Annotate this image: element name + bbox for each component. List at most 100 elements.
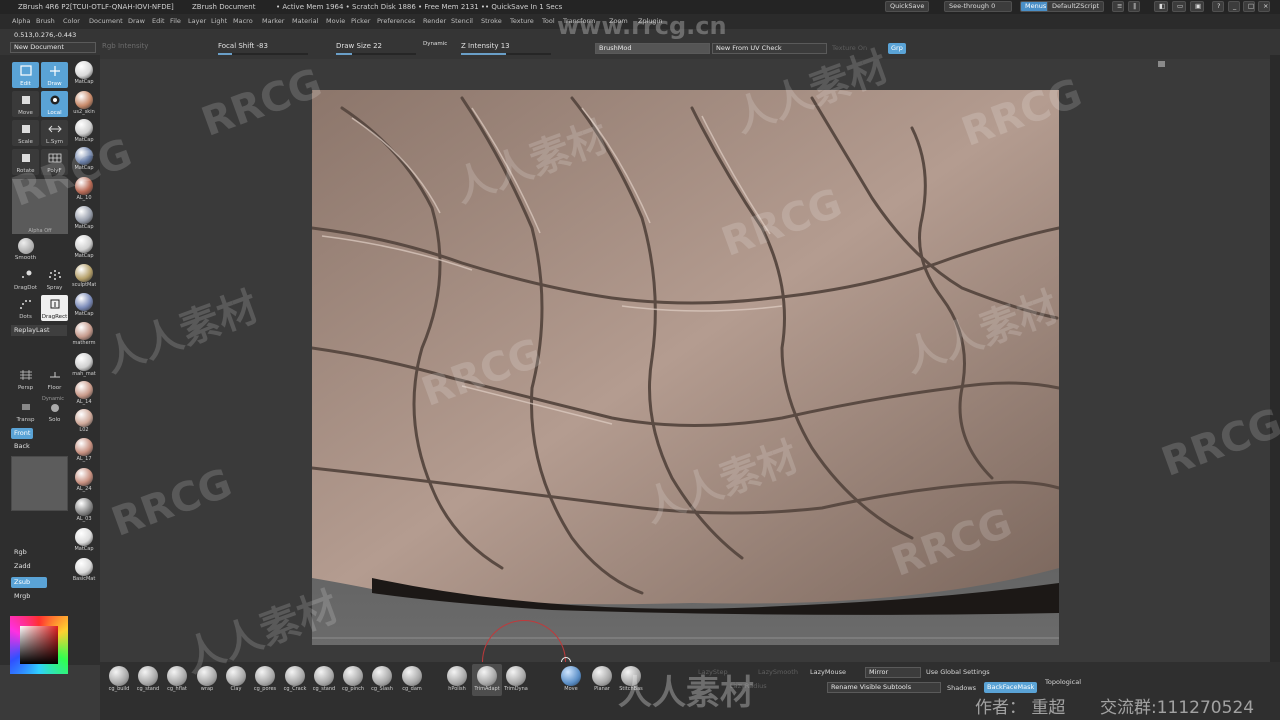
brush-cg-pinch[interactable]: cg_pinch — [338, 664, 368, 696]
bars-icon[interactable]: ‖ — [1128, 1, 1140, 12]
menu-item[interactable]: Macro — [233, 14, 253, 29]
backfacemask-toggle[interactable]: BackFaceMask — [984, 682, 1038, 693]
brush-stitchbas[interactable]: StitchBas — [616, 664, 646, 696]
lsym-button[interactable]: L.Sym — [41, 120, 68, 146]
material-swatch[interactable]: AL_24 — [72, 467, 96, 492]
help-icon[interactable]: ? — [1212, 1, 1224, 12]
menu-item[interactable]: Stroke — [481, 14, 502, 29]
material-swatch[interactable]: L02 — [72, 408, 96, 433]
zadd-toggle[interactable]: Zadd — [11, 561, 47, 572]
solo-button[interactable]: Solo — [41, 398, 68, 424]
texture-thumbnail[interactable] — [11, 456, 68, 511]
new-document-button[interactable]: New Document — [10, 42, 96, 53]
color-picker-square[interactable] — [20, 626, 58, 664]
brush-cg-stand[interactable]: cg_stand — [309, 664, 339, 696]
smooth-brush[interactable]: Smooth — [12, 236, 39, 262]
material-swatch[interactable]: MatCap — [72, 205, 96, 230]
topological-toggle[interactable]: Topological — [1045, 678, 1081, 686]
menu-item[interactable]: Marker — [262, 14, 284, 29]
persp-button[interactable]: Persp — [12, 366, 39, 392]
lazyradius-slider[interactable]: LazyRadius — [730, 682, 767, 690]
seethrough-slider[interactable]: See-through 0 — [944, 1, 1012, 12]
menu-item[interactable]: Light — [211, 14, 227, 29]
color-picker[interactable] — [10, 616, 68, 674]
new-from-uv-check-button[interactable]: New From UV Check — [712, 43, 827, 54]
restore-icon[interactable]: ◧ — [1154, 1, 1168, 12]
brushmod-slider[interactable]: BrushMod — [595, 43, 710, 54]
brush-cg-dam[interactable]: cg_dam — [397, 664, 427, 696]
layout-icon[interactable]: ▭ — [1172, 1, 1186, 12]
material-swatch[interactable]: matherm — [72, 321, 96, 346]
material-swatch[interactable]: MatCap — [72, 60, 96, 85]
menu-item[interactable]: Color — [63, 14, 80, 29]
menu-item[interactable]: Brush — [36, 14, 55, 29]
brush-planar[interactable]: Planar — [587, 664, 617, 696]
dragdot-stroke[interactable]: DragDot — [12, 266, 39, 292]
brush-cg-stand[interactable]: cg_stand — [133, 664, 163, 696]
lazymouse-toggle[interactable]: LazyMouse — [810, 668, 846, 676]
material-swatch[interactable]: MatCap — [72, 146, 96, 171]
rgb-intensity-slider[interactable]: Rgb Intensity — [102, 42, 148, 50]
menu-item[interactable]: Texture — [510, 14, 534, 29]
draw-size-slider[interactable]: Draw Size 22 — [336, 42, 416, 55]
brush-trimadapt[interactable]: TrimAdapt — [472, 664, 502, 696]
shadows-toggle[interactable]: Shadows — [947, 684, 976, 692]
use-global-settings-toggle[interactable]: Use Global Settings — [926, 668, 990, 676]
brush-cg-slash[interactable]: cg_Slash — [367, 664, 397, 696]
menu-item[interactable]: Preferences — [377, 14, 415, 29]
brush-trimdyna[interactable]: TrimDyna — [501, 664, 531, 696]
maximize-icon[interactable]: □ — [1243, 1, 1255, 12]
lazystep-slider[interactable]: LazyStep — [698, 668, 728, 676]
draw-button[interactable]: Draw — [41, 62, 68, 88]
mrgb-toggle[interactable]: Mrgb — [11, 591, 33, 602]
z-intensity-slider[interactable]: Z Intensity 13 — [461, 42, 551, 55]
dragrect-stroke[interactable]: DragRect — [41, 295, 68, 321]
menu-item[interactable]: Edit — [152, 14, 165, 29]
menu-item[interactable]: Render — [423, 14, 446, 29]
brush-cg-build[interactable]: cg_build — [104, 664, 134, 696]
dynamic-toggle[interactable]: Dynamic — [423, 41, 447, 47]
rotate-button[interactable]: Rotate — [12, 149, 39, 175]
texture-on-toggle[interactable]: Texture On — [832, 44, 867, 52]
mirror-button[interactable]: Mirror — [865, 667, 921, 678]
lazysmooth-slider[interactable]: LazySmooth — [758, 668, 798, 676]
material-swatch[interactable]: sculptMat — [72, 263, 96, 288]
replaylast-button[interactable]: ReplayLast — [11, 325, 67, 336]
brush-cg-hflat[interactable]: cg_hflat — [162, 664, 192, 696]
menu-item[interactable]: Layer — [188, 14, 206, 29]
edit-button[interactable]: Edit — [12, 62, 39, 88]
menu-item[interactable]: Transform — [563, 14, 595, 29]
material-swatch[interactable]: AL_17 — [72, 437, 96, 462]
brush-cg-pores[interactable]: cg_pores — [250, 664, 280, 696]
floor-button[interactable]: Floor — [41, 366, 68, 392]
brush-move[interactable]: Move — [556, 664, 586, 696]
front-color-button[interactable]: Front — [11, 428, 34, 439]
scale-button[interactable]: Scale — [12, 120, 39, 146]
material-swatch[interactable]: MatCap — [72, 292, 96, 317]
list-icon[interactable]: ≡ — [1112, 1, 1124, 12]
menu-item[interactable]: Zplugin — [638, 14, 663, 29]
menu-item[interactable]: File — [170, 14, 181, 29]
menu-item[interactable]: Tool — [542, 14, 555, 29]
rename-visible-subtools-button[interactable]: Rename Visible Subtools — [827, 682, 941, 693]
polyf-button[interactable]: PolyF — [41, 149, 68, 175]
grp-toggle[interactable]: Grp — [888, 43, 906, 54]
spray-stroke[interactable]: Spray — [41, 266, 68, 292]
transp-button[interactable]: Transp — [12, 398, 39, 424]
minimize-icon[interactable]: _ — [1228, 1, 1240, 12]
quicksave-button[interactable]: QuickSave — [885, 1, 930, 12]
brush-cg-crack[interactable]: cg_Crack — [280, 664, 310, 696]
menu-item[interactable]: Material — [292, 14, 318, 29]
menu-item[interactable]: Draw — [128, 14, 145, 29]
default-zscript-button[interactable]: DefaultZScript — [1047, 1, 1105, 12]
brush-clay[interactable]: Clay — [221, 664, 251, 696]
material-swatch[interactable]: MatCap — [72, 118, 96, 143]
dots-stroke[interactable]: Dots — [12, 295, 39, 321]
menu-item[interactable]: Zoom — [609, 14, 628, 29]
canvas-viewport[interactable] — [312, 88, 1059, 645]
material-swatch[interactable]: us2_skin — [72, 90, 96, 115]
menu-item[interactable]: Alpha — [12, 14, 30, 29]
menu-item[interactable]: Picker — [351, 14, 370, 29]
material-swatch[interactable]: MatCap — [72, 527, 96, 552]
alpha-thumbnail[interactable]: Alpha Off — [12, 179, 68, 234]
